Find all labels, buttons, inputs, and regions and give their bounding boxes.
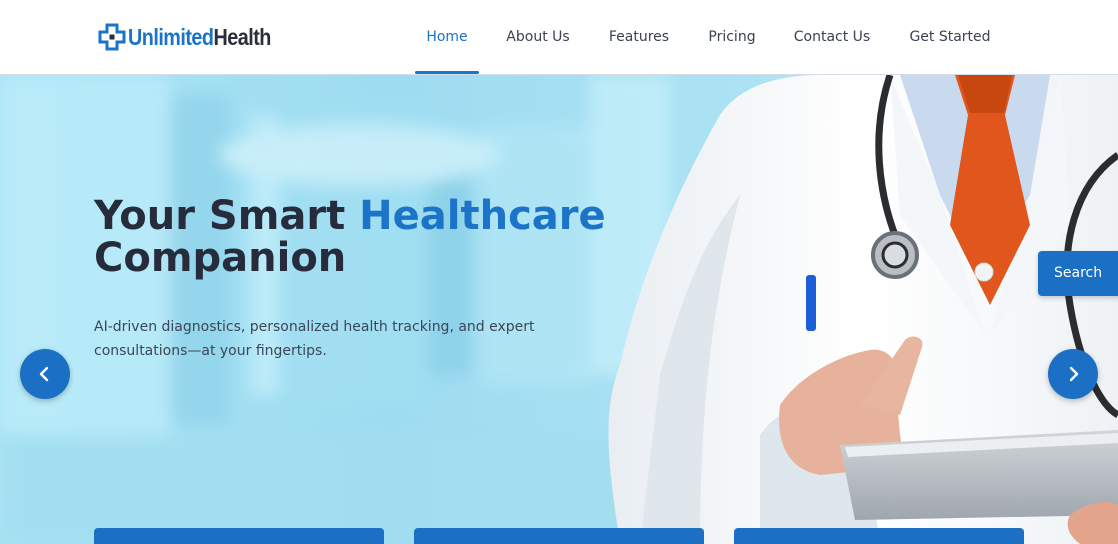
chevron-right-icon (1066, 366, 1080, 382)
brand-name: UnlimitedHealth (128, 22, 271, 52)
feature-card-1[interactable] (94, 528, 384, 544)
brand-name-part2: Health (213, 24, 271, 50)
nav-about-us[interactable]: About Us (495, 0, 581, 75)
brand-logo[interactable]: UnlimitedHealth (98, 22, 294, 52)
hero-subtitle: AI-driven diagnostics, personalized heal… (94, 319, 535, 359)
brand-name-part1: Unlimited (128, 24, 214, 50)
hero-slider: Your Smart Healthcare Companion AI-driven… (0, 75, 1118, 544)
hero-background-image (0, 75, 1118, 544)
search-button[interactable]: Search (1038, 251, 1118, 296)
feature-card-2[interactable] (414, 528, 704, 544)
nav-home[interactable]: Home (415, 0, 479, 75)
nav-pricing[interactable]: Pricing (698, 0, 766, 75)
chevron-left-icon (38, 366, 52, 382)
hero-title-accent: Healthcare (359, 193, 606, 239)
nav-get-started[interactable]: Get Started (898, 0, 1002, 75)
feature-card-3[interactable] (734, 528, 1024, 544)
hero-title-part2: Companion (94, 235, 347, 281)
slider-prev-button[interactable] (20, 349, 70, 399)
hero-title-part1: Your Smart (94, 193, 360, 239)
cross-logo-icon (98, 23, 126, 51)
nav-contact-us[interactable]: Contact Us (783, 0, 881, 75)
site-header: UnlimitedHealth Home About Us Features P… (0, 0, 1118, 75)
nav-features[interactable]: Features (598, 0, 680, 75)
hero-title: Your Smart Healthcare Companion (94, 195, 654, 279)
slider-next-button[interactable] (1048, 349, 1098, 399)
